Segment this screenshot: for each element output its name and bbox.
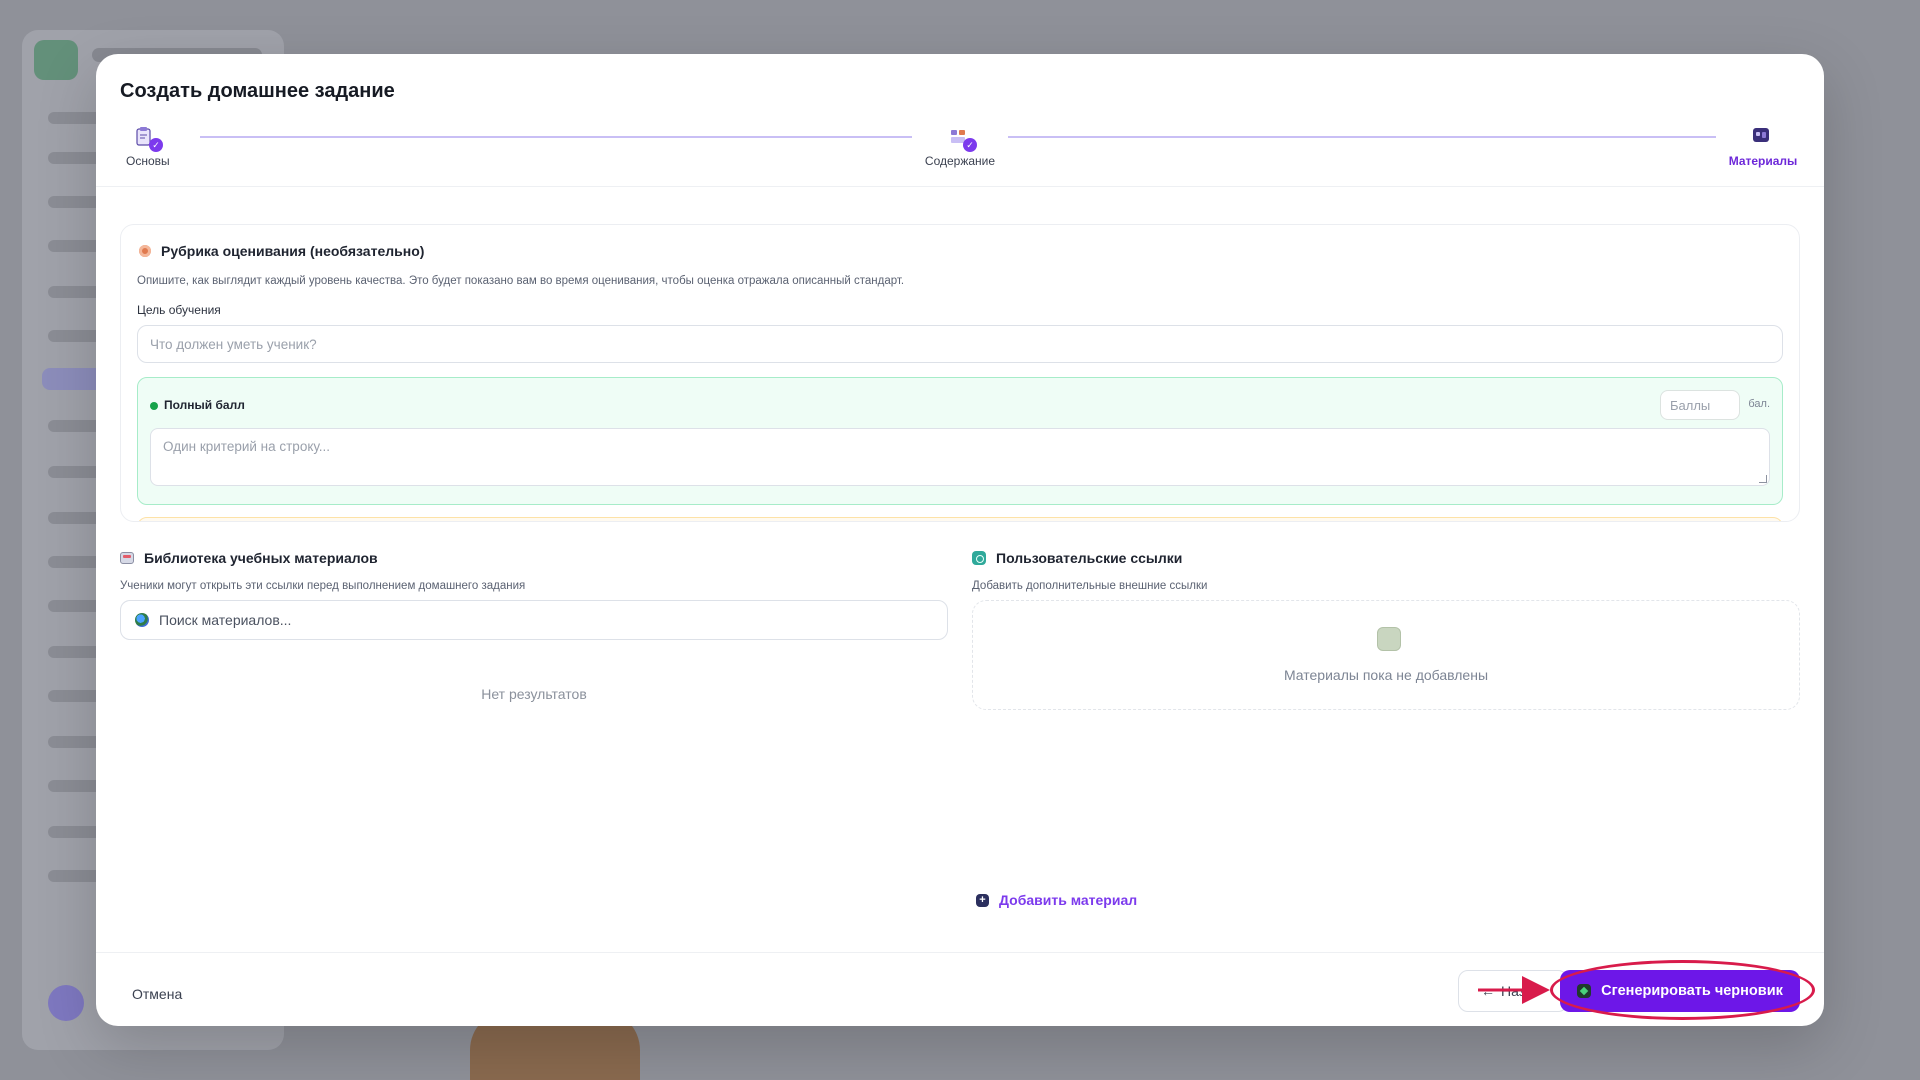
step-basics[interactable]: ✓ Основы xyxy=(126,126,170,168)
modal-title: Создать домашнее задание xyxy=(120,80,395,102)
background-logo xyxy=(34,40,78,80)
search-placeholder: Поиск материалов... xyxy=(159,612,292,628)
background-avatar xyxy=(48,985,84,1021)
learning-goal-input[interactable]: Что должен уметь ученик? xyxy=(137,325,1783,363)
level-name: Полный балл xyxy=(164,398,245,412)
rubric-title: Рубрика оценивания (необязательно) xyxy=(161,243,425,259)
rubric-icon xyxy=(139,245,151,257)
add-material-label: Добавить материал xyxy=(999,892,1138,908)
criteria-textarea[interactable]: Один критерий на строку... xyxy=(150,428,1770,486)
content-blocks-icon: ✓ xyxy=(949,126,977,152)
arrow-left-icon: ← xyxy=(1481,983,1495,999)
step-materials[interactable]: Материалы xyxy=(1726,126,1800,168)
generate-draft-button[interactable]: Сгенерировать черновик xyxy=(1560,970,1800,1012)
learning-goal-label: Цель обучения xyxy=(137,303,221,317)
stepper-connector xyxy=(1008,136,1716,138)
materials-icon xyxy=(1752,126,1774,148)
back-button[interactable]: ← Наз xyxy=(1458,970,1568,1012)
rubric-description: Опишите, как выглядит каждый уровень кач… xyxy=(137,275,905,287)
step-content[interactable]: ✓ Содержание xyxy=(920,126,1000,168)
points-unit: бал. xyxy=(1748,398,1770,410)
create-homework-modal: Создать домашнее задание ✓ Основы ✓ Соде… xyxy=(96,54,1824,1026)
rubric-card: Рубрика оценивания (необязательно) Опиши… xyxy=(120,224,1800,522)
custom-links-title: Пользовательские ссылки xyxy=(996,550,1183,566)
stepper-connector xyxy=(200,136,912,138)
textarea-resize-handle[interactable] xyxy=(1759,475,1767,483)
level-status-dot xyxy=(150,402,158,410)
learning-goal-placeholder: Что должен уметь ученик? xyxy=(150,336,317,352)
generate-draft-label: Сгенерировать черновик xyxy=(1601,983,1783,999)
rubric-level-full-score: Полный балл Баллы бал. Один критерий на … xyxy=(137,377,1783,505)
library-icon xyxy=(120,552,134,564)
footer-divider xyxy=(96,952,1824,953)
stepper-divider xyxy=(96,186,1824,187)
criteria-placeholder: Один критерий на строку... xyxy=(163,439,331,454)
step-label: Содержание xyxy=(924,154,996,168)
library-title: Библиотека учебных материалов xyxy=(144,550,378,566)
step-completed-check-icon: ✓ xyxy=(963,138,977,152)
sparkle-icon xyxy=(1577,984,1592,998)
plus-icon: + xyxy=(976,893,989,907)
back-label: Наз xyxy=(1501,983,1526,999)
add-material-button[interactable]: + Добавить материал xyxy=(976,892,1137,908)
custom-links-header: Пользовательские ссылки xyxy=(972,550,1182,566)
empty-box-icon xyxy=(1377,627,1401,651)
cancel-button[interactable]: Отмена xyxy=(120,974,194,1014)
globe-icon xyxy=(135,613,149,627)
clipboard-icon: ✓ xyxy=(135,126,163,152)
step-label: Материалы xyxy=(1728,154,1798,168)
no-results-text: Нет результатов xyxy=(481,686,587,702)
custom-links-empty-state: Материалы пока не добавлены xyxy=(972,600,1800,710)
step-completed-check-icon: ✓ xyxy=(149,138,163,152)
step-label: Основы xyxy=(126,154,170,168)
empty-state-text: Материалы пока не добавлены xyxy=(1283,667,1489,683)
custom-links-description: Добавить дополнительные внешние ссылки xyxy=(972,580,1208,592)
library-description: Ученики могут открыть эти ссылки перед в… xyxy=(120,580,526,592)
points-placeholder: Баллы xyxy=(1670,397,1711,413)
materials-search-input[interactable]: Поиск материалов... xyxy=(120,600,948,640)
link-icon xyxy=(972,551,986,565)
rubric-level-next xyxy=(137,517,1783,521)
library-header: Библиотека учебных материалов xyxy=(120,550,378,566)
points-input[interactable]: Баллы xyxy=(1660,390,1740,420)
